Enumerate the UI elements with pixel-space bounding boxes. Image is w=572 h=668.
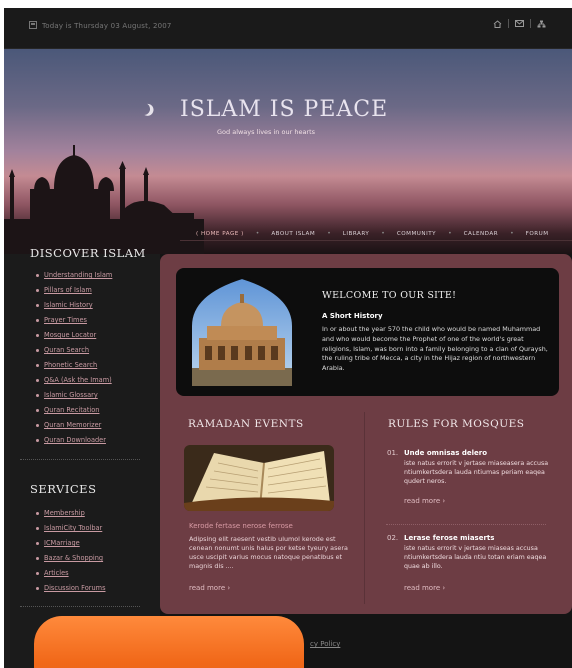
nav-library[interactable]: LIBRARY: [331, 231, 382, 237]
mosque-arch-image: [190, 276, 294, 386]
sidebar-link[interactable]: Islamic History: [36, 298, 112, 313]
home-icon[interactable]: [493, 19, 502, 28]
rules-divider: [386, 524, 546, 525]
sidebar-link[interactable]: Q&A (Ask the Imam): [36, 373, 112, 388]
date-text: Today is Thursday 03 August, 2007: [42, 22, 172, 30]
divider: [508, 19, 509, 28]
sidebar-divider: [20, 606, 140, 607]
main-nav: ( HOME PAGE ) • ABOUT ISLAM • LIBRARY • …: [184, 230, 561, 237]
privacy-policy-link[interactable]: cy Policy: [310, 640, 340, 648]
rules-title: RULES FOR MOSQUES: [388, 418, 525, 430]
history-subtitle: A Short History: [322, 312, 383, 320]
rule-text: iste natus errorit v jertase miaseas acc…: [404, 545, 547, 570]
sidebar-link[interactable]: Quran Recitation: [36, 403, 112, 418]
rule-read-more[interactable]: read more ›: [404, 497, 445, 505]
mosque-skyline-silhouette: [4, 145, 204, 254]
nav-divider: [180, 240, 572, 241]
sitemap-icon[interactable]: [537, 20, 546, 28]
sidebar-link[interactable]: Mosque Locator: [36, 328, 112, 343]
ramadan-text: Adipsing elit raesent vestib ulumol kero…: [189, 535, 348, 570]
divider: [530, 19, 531, 28]
rule-heading: Unde omnisas delero: [404, 449, 488, 457]
sidebar-link[interactable]: IslamiCity Toolbar: [36, 521, 106, 536]
quran-book-image: [184, 445, 334, 511]
rule-heading: Lerase ferose miaserts: [404, 534, 495, 542]
sidebar: DISCOVER ISLAM Understanding Islam Pilla…: [4, 246, 160, 668]
site-tagline: God always lives in our hearts: [217, 128, 316, 136]
rule-read-more[interactable]: read more ›: [404, 584, 445, 592]
sidebar-divider: [20, 459, 140, 460]
nav-home[interactable]: ( HOME PAGE ): [184, 231, 256, 237]
sidebar-link[interactable]: Quran Search: [36, 343, 112, 358]
discover-islam-list: Understanding Islam Pillars of Islam Isl…: [36, 268, 112, 448]
nav-about-islam[interactable]: ABOUT ISLAM: [259, 231, 327, 237]
services-title: SERVICES: [30, 482, 97, 496]
site-title: ISLAM IS PEACE: [180, 97, 389, 122]
calendar-icon: [29, 21, 37, 29]
nav-forum[interactable]: FORUM: [514, 231, 561, 237]
services-list: Membership IslamiCity Toolbar ICMarriage…: [36, 506, 106, 596]
sidebar-link[interactable]: Islamic Glossary: [36, 388, 112, 403]
sidebar-link[interactable]: Pillars of Islam: [36, 283, 112, 298]
ramadan-read-more[interactable]: read more ›: [189, 584, 230, 592]
top-bar: Today is Thursday 03 August, 2007: [4, 8, 572, 49]
nav-calendar[interactable]: CALENDAR: [452, 231, 511, 237]
history-text: In or about the year 570 the child who w…: [322, 325, 548, 373]
column-divider: [364, 412, 365, 604]
sidebar-link[interactable]: Bazar & Shopping: [36, 551, 106, 566]
sidebar-link[interactable]: Membership: [36, 506, 106, 521]
header-banner: ISLAM IS PEACE God always lives in our h…: [4, 49, 572, 254]
sidebar-link[interactable]: Quran Downloader: [36, 433, 112, 448]
sidebar-link[interactable]: Articles: [36, 566, 106, 581]
sidebar-link[interactable]: Prayer Times: [36, 313, 112, 328]
sidebar-link[interactable]: Quran Memorizer: [36, 418, 112, 433]
moon-icon: [136, 101, 151, 116]
discover-islam-title: DISCOVER ISLAM: [30, 246, 146, 260]
sidebar-link[interactable]: Understanding Islam: [36, 268, 112, 283]
welcome-title: WELCOME TO OUR SITE!: [322, 290, 457, 301]
orange-overlay-shape: [34, 616, 304, 668]
nav-community[interactable]: COMMUNITY: [385, 231, 448, 237]
ramadan-subtitle: Kerode fertase nerose ferrose: [189, 522, 293, 530]
page-frame: Today is Thursday 03 August, 2007 ISLAM …: [4, 8, 572, 668]
sidebar-link[interactable]: Phonetic Search: [36, 358, 112, 373]
sidebar-link[interactable]: Discussion Forums: [36, 581, 106, 596]
rule-text: iste natus errorit v jertase miaseasera …: [404, 460, 549, 485]
sidebar-link[interactable]: ICMarriage: [36, 536, 106, 551]
rule-number: 01.: [387, 449, 399, 457]
mail-icon[interactable]: [515, 20, 524, 27]
ramadan-events-title: RAMADAN EVENTS: [188, 418, 304, 430]
rule-number: 02.: [387, 534, 399, 542]
toolbar-icons: [493, 19, 546, 28]
